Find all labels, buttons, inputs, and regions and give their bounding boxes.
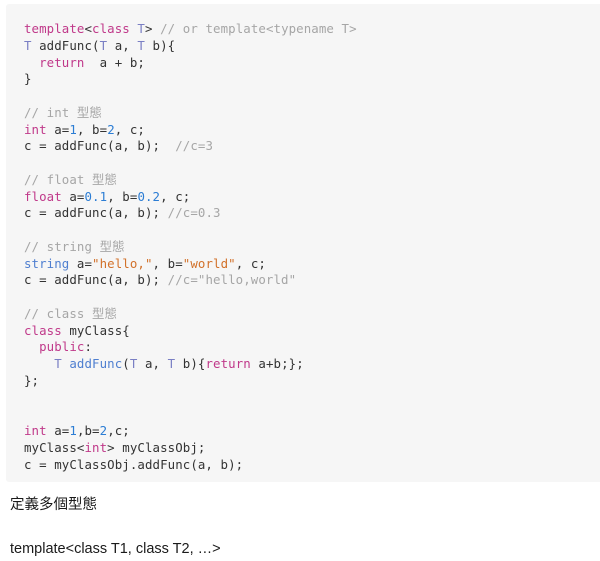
code-token: a, bbox=[137, 356, 168, 371]
code-token: "hello," bbox=[92, 255, 153, 271]
code-token: // string bbox=[24, 238, 100, 254]
code-token: ( bbox=[122, 356, 130, 371]
code-block[interactable]: template<class T> // or template<typenam… bbox=[6, 4, 600, 482]
code-token: // int bbox=[24, 104, 77, 120]
code-token: // float bbox=[24, 171, 93, 187]
prose-section: 定義多個型態 template<class T1, class T2, …> bbox=[10, 495, 590, 561]
code-token: , c; bbox=[235, 255, 266, 271]
page-root: template<class T> // or template<typenam… bbox=[0, 0, 600, 559]
code-token: c = myClassObj.addFunc(a, b); bbox=[24, 456, 244, 472]
code-token: c = addFunc(a, b); bbox=[24, 272, 168, 288]
code-token: int bbox=[84, 439, 108, 455]
code-token: string bbox=[24, 255, 70, 271]
code-token: // class bbox=[24, 305, 93, 321]
code-token: a= bbox=[69, 255, 93, 271]
code-token: b){ bbox=[175, 356, 206, 371]
code-token: 0.1 bbox=[84, 188, 108, 204]
code-token: return bbox=[205, 356, 251, 371]
code-token: 0.2 bbox=[137, 188, 161, 204]
code-token: 型態 bbox=[99, 238, 125, 254]
code-token: return bbox=[39, 54, 85, 70]
code-token: , c; bbox=[114, 121, 145, 137]
prose-template-snippet: template<class T1, class T2, …> bbox=[10, 540, 221, 557]
code-token: a= bbox=[46, 121, 70, 137]
code-token: float bbox=[24, 188, 62, 204]
code-token: //c="hello,world" bbox=[167, 272, 297, 288]
code-token: > bbox=[144, 21, 161, 36]
code-token: public bbox=[39, 339, 85, 355]
code-token: a= bbox=[46, 423, 70, 438]
code-token: class bbox=[92, 21, 130, 36]
code-token: } bbox=[24, 71, 32, 87]
code-token: < bbox=[84, 21, 93, 36]
code-token: }; bbox=[24, 372, 40, 388]
code-token: ,c; bbox=[107, 423, 130, 438]
code-token: "world" bbox=[182, 255, 236, 271]
code-token: T bbox=[54, 356, 62, 371]
code-token: : bbox=[84, 339, 93, 355]
code-token: T bbox=[137, 21, 145, 36]
code-token: 2 bbox=[107, 121, 115, 137]
code-token: a+b;}; bbox=[250, 356, 304, 371]
code-token: int bbox=[24, 121, 47, 137]
code-token: b){ bbox=[144, 37, 176, 53]
prose-heading: 定義多個型態 bbox=[10, 497, 97, 513]
code-token: > myClassObj; bbox=[107, 439, 206, 455]
code-token: 型態 bbox=[76, 104, 102, 120]
code-token: a= bbox=[61, 188, 85, 204]
code-token: 型態 bbox=[92, 305, 118, 321]
code-token: addFunc( bbox=[31, 37, 100, 53]
code-content[interactable]: template<class T> // or template<typenam… bbox=[24, 21, 600, 473]
code-token: T bbox=[24, 37, 32, 53]
code-token: , b= bbox=[152, 255, 183, 271]
code-token: T bbox=[137, 37, 145, 53]
code-token: addFunc bbox=[69, 356, 123, 371]
code-token: int bbox=[24, 423, 47, 438]
code-token: myClass< bbox=[24, 439, 85, 455]
code-token: c = addFunc(a, b); bbox=[24, 205, 168, 221]
code-token: , b= bbox=[76, 121, 108, 137]
code-token: // or template<typename T> bbox=[160, 21, 357, 36]
code-token: //c=0.3 bbox=[167, 205, 221, 221]
code-token: a + b; bbox=[84, 54, 145, 70]
code-token: 型態 bbox=[92, 171, 118, 187]
code-token: , c; bbox=[160, 188, 191, 204]
code-token: ,b= bbox=[76, 423, 100, 438]
code-token: 1 bbox=[69, 423, 77, 438]
code-token: 1 bbox=[69, 121, 77, 137]
code-token: myClass{ bbox=[61, 322, 130, 338]
code-token: class bbox=[24, 322, 62, 338]
code-token: //c=3 bbox=[175, 138, 214, 154]
code-token: , b= bbox=[107, 188, 138, 204]
code-token: template bbox=[24, 21, 85, 36]
code-token: a, bbox=[107, 37, 138, 53]
code-token: c = addFunc(a, b); bbox=[24, 138, 176, 154]
